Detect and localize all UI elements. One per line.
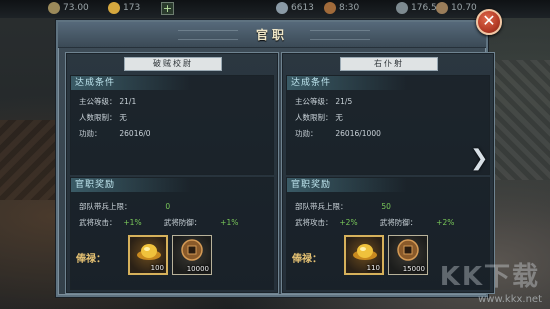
condition-limit-value: 无 bbox=[119, 113, 127, 122]
conditions-title: 达成条件 bbox=[71, 76, 191, 90]
troop-cap-value: 50 bbox=[381, 202, 391, 211]
condition-merit: 功勋： 26016/0 bbox=[79, 128, 151, 139]
conditions-title: 达成条件 bbox=[287, 76, 407, 90]
condition-level-label: 主公等级： bbox=[79, 97, 117, 106]
troops-icon bbox=[276, 2, 288, 14]
rewards-title: 官职奖励 bbox=[287, 178, 407, 192]
condition-level-value: 21/5 bbox=[335, 97, 353, 106]
condition-limit: 人数限制： 无 bbox=[79, 112, 127, 123]
condition-level-label: 主公等级： bbox=[295, 97, 333, 106]
reward-slot-gold[interactable]: 100 bbox=[128, 235, 168, 275]
condition-merit-value: 26016/0 bbox=[119, 129, 151, 138]
attack-value: +1% bbox=[123, 218, 142, 227]
food-resource: 73.00 bbox=[48, 2, 89, 14]
food-icon bbox=[48, 2, 60, 14]
troop-cap-row: 部队带兵上限： 0 bbox=[79, 201, 170, 212]
troops-resource: 6613 bbox=[276, 2, 314, 14]
close-button[interactable]: ✕ bbox=[476, 9, 502, 35]
condition-limit-label: 人数限制： bbox=[295, 113, 333, 122]
gold-ingot-icon bbox=[137, 244, 161, 260]
reward-slot-coin[interactable]: 10000 bbox=[172, 235, 212, 275]
time-display: 8:30 bbox=[324, 2, 359, 14]
defense-label: 武将防御： bbox=[379, 218, 418, 227]
salary-label: 俸禄： bbox=[292, 254, 322, 265]
troop-cap-row: 部队带兵上限： 50 bbox=[295, 201, 391, 212]
plus-icon[interactable]: + bbox=[161, 2, 174, 15]
coin-quantity: 15000 bbox=[402, 265, 425, 273]
gold-value: 173 bbox=[123, 3, 141, 13]
attack-value: +2% bbox=[339, 218, 358, 227]
gold-resource: 173 bbox=[108, 2, 140, 14]
troop-cap-label: 部队带兵上限： bbox=[79, 202, 132, 211]
troops-value: 6613 bbox=[291, 3, 314, 13]
top-status-bar: 73.00 173 + 6613 8:30 176.5 10.70 bbox=[0, 0, 550, 18]
condition-merit-label: 功勋： bbox=[295, 129, 318, 138]
conditions-section: 达成条件 主公等级： 21/5 人数限制： 无 功勋： 26016/1000 bbox=[286, 75, 490, 175]
copper-coin-icon bbox=[181, 239, 203, 261]
food-value: 73.00 bbox=[63, 3, 89, 13]
defense-label: 武将防御： bbox=[163, 218, 202, 227]
gold-ingot-icon bbox=[353, 244, 377, 260]
troop-cap-label: 部队带兵上限： bbox=[295, 202, 348, 211]
reward-slot-gold[interactable]: 110 bbox=[344, 235, 384, 275]
condition-limit: 人数限制： 无 bbox=[295, 112, 343, 123]
dialog-title: 官职 bbox=[255, 28, 289, 42]
attack-label: 武将攻击： bbox=[295, 218, 333, 227]
bonus-row: 武将攻击： +2% 武将防御： +2% bbox=[295, 217, 454, 228]
gold-quantity: 110 bbox=[366, 264, 380, 272]
dialog-header: 官职 bbox=[58, 22, 486, 48]
title-ornament-right bbox=[310, 30, 370, 40]
official-rank-dialog: 官职 破贼校尉 达成条件 主公等级： 21/1 人数限制： 无 功勋： 2601… bbox=[56, 20, 495, 297]
next-page-arrow-icon[interactable]: ❯ bbox=[470, 145, 488, 173]
condition-level: 主公等级： 21/1 bbox=[79, 96, 136, 107]
stat-two-value: 10.70 bbox=[451, 3, 477, 13]
rewards-title: 官职奖励 bbox=[71, 178, 191, 192]
condition-merit-value: 26016/1000 bbox=[335, 129, 381, 138]
copper-coin-icon bbox=[397, 239, 419, 261]
bonus-row: 武将攻击： +1% 武将防御： +1% bbox=[79, 217, 238, 228]
stat-two: 10.70 bbox=[436, 2, 477, 14]
stat-one: 176.5 bbox=[396, 2, 437, 14]
rank-name: 右仆射 bbox=[340, 57, 438, 71]
recharge-plus[interactable]: + bbox=[161, 2, 174, 15]
defense-value: +1% bbox=[220, 218, 239, 227]
rank-panel-current: 破贼校尉 达成条件 主公等级： 21/1 人数限制： 无 功勋： 26016/0… bbox=[65, 52, 279, 294]
background-roof-left bbox=[0, 120, 60, 200]
clock-icon bbox=[324, 2, 336, 14]
stat-one-value: 176.5 bbox=[411, 3, 437, 13]
time-value: 8:30 bbox=[339, 3, 360, 13]
gold-icon bbox=[108, 2, 120, 14]
condition-level-value: 21/1 bbox=[119, 97, 137, 106]
condition-level: 主公等级： 21/5 bbox=[295, 96, 352, 107]
watermark-url: www.kkx.net bbox=[478, 294, 542, 305]
coin-quantity: 10000 bbox=[186, 265, 209, 273]
defense-value: +2% bbox=[436, 218, 455, 227]
title-ornament-left bbox=[178, 30, 238, 40]
condition-merit-label: 功勋： bbox=[79, 129, 102, 138]
stat-one-icon bbox=[396, 2, 408, 14]
rank-name: 破贼校尉 bbox=[124, 57, 222, 71]
troop-cap-value: 0 bbox=[165, 202, 171, 211]
condition-limit-value: 无 bbox=[335, 113, 343, 122]
conditions-section: 达成条件 主公等级： 21/1 人数限制： 无 功勋： 26016/0 bbox=[70, 75, 274, 175]
watermark-logo: KK下载 bbox=[439, 262, 540, 292]
salary-label: 俸禄： bbox=[76, 254, 106, 265]
attack-label: 武将攻击： bbox=[79, 218, 117, 227]
gold-quantity: 100 bbox=[150, 264, 164, 272]
condition-merit: 功勋： 26016/1000 bbox=[295, 128, 381, 139]
stat-two-icon bbox=[436, 2, 448, 14]
condition-limit-label: 人数限制： bbox=[79, 113, 117, 122]
reward-slot-coin[interactable]: 15000 bbox=[388, 235, 428, 275]
